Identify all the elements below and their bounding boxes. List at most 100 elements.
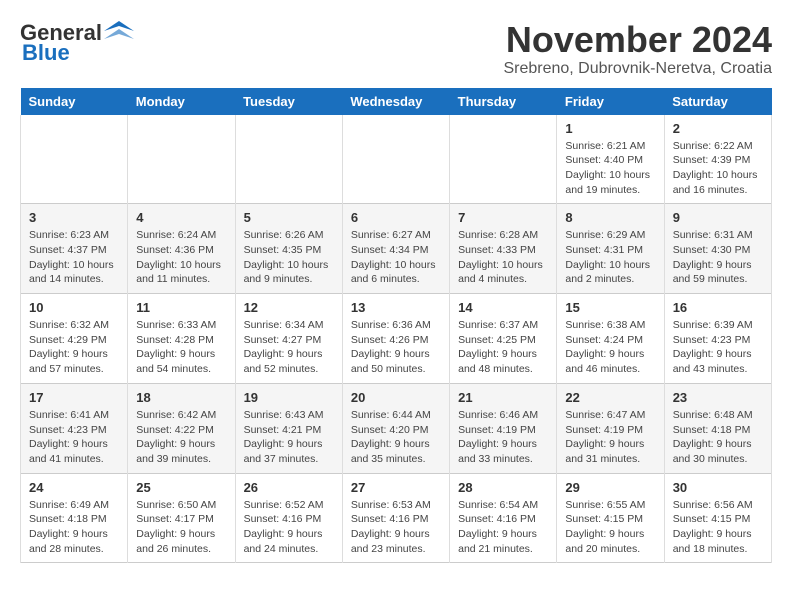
day-info-4: Sunrise: 6:24 AM Sunset: 4:36 PM Dayligh… (136, 228, 226, 287)
month-title: November 2024 (503, 20, 772, 60)
day-number-25: 25 (136, 480, 226, 495)
day-number-14: 14 (458, 300, 548, 315)
empty-cell (342, 115, 449, 204)
day-info-27: Sunrise: 6:53 AM Sunset: 4:16 PM Dayligh… (351, 498, 441, 557)
day-info-1: Sunrise: 6:21 AM Sunset: 4:40 PM Dayligh… (565, 139, 655, 198)
day-cell-2: 2 Sunrise: 6:22 AM Sunset: 4:39 PM Daylig… (664, 115, 771, 204)
day-cell-18: 18Sunrise: 6:42 AM Sunset: 4:22 PM Dayli… (128, 383, 235, 473)
day-info-2: Sunrise: 6:22 AM Sunset: 4:39 PM Dayligh… (673, 139, 763, 198)
day-number-16: 16 (673, 300, 763, 315)
empty-cell (128, 115, 235, 204)
logo: General Blue (20, 20, 134, 66)
day-number-5: 5 (244, 210, 334, 225)
day-number-23: 23 (673, 390, 763, 405)
empty-cell (235, 115, 342, 204)
week-row-1: 1 Sunrise: 6:21 AM Sunset: 4:40 PM Daylig… (21, 115, 772, 204)
day-cell-22: 22 Sunrise: 6:47 AM Sunset: 4:19 PM Dayli… (557, 383, 664, 473)
empty-cell (450, 115, 557, 204)
day-number-2: 2 (673, 121, 763, 136)
day-info-7: Sunrise: 6:28 AM Sunset: 4:33 PM Dayligh… (458, 228, 548, 287)
day-number-10: 10 (29, 300, 119, 315)
weekday-header-tuesday: Tuesday (235, 88, 342, 115)
empty-cell (21, 115, 128, 204)
day-info-20: Sunrise: 6:44 AM Sunset: 4:20 PM Dayligh… (351, 408, 441, 467)
day-cell-12: 12 Sunrise: 6:34 AM Sunset: 4:27 PM Dayli… (235, 294, 342, 384)
day-number-20: 20 (351, 390, 441, 405)
day-info-3: Sunrise: 6:23 AM Sunset: 4:37 PM Dayligh… (29, 228, 119, 287)
day-number-12: 12 (244, 300, 334, 315)
day-cell-5: 5 Sunrise: 6:26 AM Sunset: 4:35 PM Daylig… (235, 204, 342, 294)
day-info-19: Sunrise: 6:43 AM Sunset: 4:21 PM Dayligh… (244, 408, 334, 467)
day-cell-20: 20 Sunrise: 6:44 AM Sunset: 4:20 PM Dayli… (342, 383, 449, 473)
weekday-header-friday: Friday (557, 88, 664, 115)
day-cell-17: 17Sunrise: 6:41 AM Sunset: 4:23 PM Dayli… (21, 383, 128, 473)
day-number-11: 11 (136, 300, 226, 315)
day-number-6: 6 (351, 210, 441, 225)
day-info-30: Sunrise: 6:56 AM Sunset: 4:15 PM Dayligh… (673, 498, 763, 557)
day-number-15: 15 (565, 300, 655, 315)
day-info-21: Sunrise: 6:46 AM Sunset: 4:19 PM Dayligh… (458, 408, 548, 467)
day-cell-27: 27 Sunrise: 6:53 AM Sunset: 4:16 PM Dayli… (342, 473, 449, 563)
day-number-13: 13 (351, 300, 441, 315)
day-cell-24: 24Sunrise: 6:49 AM Sunset: 4:18 PM Dayli… (21, 473, 128, 563)
day-cell-28: 28 Sunrise: 6:54 AM Sunset: 4:16 PM Dayli… (450, 473, 557, 563)
week-row-5: 24Sunrise: 6:49 AM Sunset: 4:18 PM Dayli… (21, 473, 772, 563)
day-number-26: 26 (244, 480, 334, 495)
day-info-13: Sunrise: 6:36 AM Sunset: 4:26 PM Dayligh… (351, 318, 441, 377)
day-number-22: 22 (565, 390, 655, 405)
page-header: General Blue November 2024 Srebreno, Dub… (20, 20, 772, 78)
day-number-30: 30 (673, 480, 763, 495)
day-number-7: 7 (458, 210, 548, 225)
day-number-19: 19 (244, 390, 334, 405)
weekday-header-wednesday: Wednesday (342, 88, 449, 115)
day-info-15: Sunrise: 6:38 AM Sunset: 4:24 PM Dayligh… (565, 318, 655, 377)
day-number-4: 4 (136, 210, 226, 225)
day-cell-26: 26Sunrise: 6:52 AM Sunset: 4:16 PM Dayli… (235, 473, 342, 563)
day-cell-29: 29 Sunrise: 6:55 AM Sunset: 4:15 PM Dayli… (557, 473, 664, 563)
day-number-28: 28 (458, 480, 548, 495)
calendar-table: SundayMondayTuesdayWednesdayThursdayFrid… (20, 88, 772, 564)
day-info-29: Sunrise: 6:55 AM Sunset: 4:15 PM Dayligh… (565, 498, 655, 557)
day-info-28: Sunrise: 6:54 AM Sunset: 4:16 PM Dayligh… (458, 498, 548, 557)
weekday-header-row: SundayMondayTuesdayWednesdayThursdayFrid… (21, 88, 772, 115)
day-info-6: Sunrise: 6:27 AM Sunset: 4:34 PM Dayligh… (351, 228, 441, 287)
day-number-29: 29 (565, 480, 655, 495)
day-info-17: Sunrise: 6:41 AM Sunset: 4:23 PM Dayligh… (29, 408, 119, 467)
weekday-header-sunday: Sunday (21, 88, 128, 115)
day-cell-7: 7 Sunrise: 6:28 AM Sunset: 4:33 PM Daylig… (450, 204, 557, 294)
week-row-2: 3 Sunrise: 6:23 AM Sunset: 4:37 PM Daylig… (21, 204, 772, 294)
day-info-22: Sunrise: 6:47 AM Sunset: 4:19 PM Dayligh… (565, 408, 655, 467)
day-info-14: Sunrise: 6:37 AM Sunset: 4:25 PM Dayligh… (458, 318, 548, 377)
location-subtitle: Srebreno, Dubrovnik-Neretva, Croatia (503, 60, 772, 78)
day-cell-25: 25 Sunrise: 6:50 AM Sunset: 4:17 PM Dayli… (128, 473, 235, 563)
weekday-header-thursday: Thursday (450, 88, 557, 115)
day-cell-16: 16Sunrise: 6:39 AM Sunset: 4:23 PM Dayli… (664, 294, 771, 384)
title-block: November 2024 Srebreno, Dubrovnik-Neretv… (503, 20, 772, 78)
day-info-25: Sunrise: 6:50 AM Sunset: 4:17 PM Dayligh… (136, 498, 226, 557)
day-info-23: Sunrise: 6:48 AM Sunset: 4:18 PM Dayligh… (673, 408, 763, 467)
day-number-18: 18 (136, 390, 226, 405)
day-cell-14: 14 Sunrise: 6:37 AM Sunset: 4:25 PM Dayli… (450, 294, 557, 384)
day-cell-19: 19 Sunrise: 6:43 AM Sunset: 4:21 PM Dayli… (235, 383, 342, 473)
day-cell-13: 13 Sunrise: 6:36 AM Sunset: 4:26 PM Dayli… (342, 294, 449, 384)
day-cell-15: 15 Sunrise: 6:38 AM Sunset: 4:24 PM Dayli… (557, 294, 664, 384)
day-info-5: Sunrise: 6:26 AM Sunset: 4:35 PM Dayligh… (244, 228, 334, 287)
day-cell-11: 11Sunrise: 6:33 AM Sunset: 4:28 PM Dayli… (128, 294, 235, 384)
day-number-3: 3 (29, 210, 119, 225)
week-row-3: 10 Sunrise: 6:32 AM Sunset: 4:29 PM Dayli… (21, 294, 772, 384)
day-info-10: Sunrise: 6:32 AM Sunset: 4:29 PM Dayligh… (29, 318, 119, 377)
day-number-1: 1 (565, 121, 655, 136)
week-row-4: 17Sunrise: 6:41 AM Sunset: 4:23 PM Dayli… (21, 383, 772, 473)
logo-blue-text: Blue (20, 40, 70, 66)
day-cell-23: 23 Sunrise: 6:48 AM Sunset: 4:18 PM Dayli… (664, 383, 771, 473)
day-info-8: Sunrise: 6:29 AM Sunset: 4:31 PM Dayligh… (565, 228, 655, 287)
day-number-21: 21 (458, 390, 548, 405)
day-number-8: 8 (565, 210, 655, 225)
day-cell-21: 21 Sunrise: 6:46 AM Sunset: 4:19 PM Dayli… (450, 383, 557, 473)
day-cell-4: 4 Sunrise: 6:24 AM Sunset: 4:36 PM Daylig… (128, 204, 235, 294)
day-cell-6: 6 Sunrise: 6:27 AM Sunset: 4:34 PM Daylig… (342, 204, 449, 294)
day-info-12: Sunrise: 6:34 AM Sunset: 4:27 PM Dayligh… (244, 318, 334, 377)
day-number-27: 27 (351, 480, 441, 495)
day-cell-1: 1 Sunrise: 6:21 AM Sunset: 4:40 PM Daylig… (557, 115, 664, 204)
day-number-24: 24 (29, 480, 119, 495)
